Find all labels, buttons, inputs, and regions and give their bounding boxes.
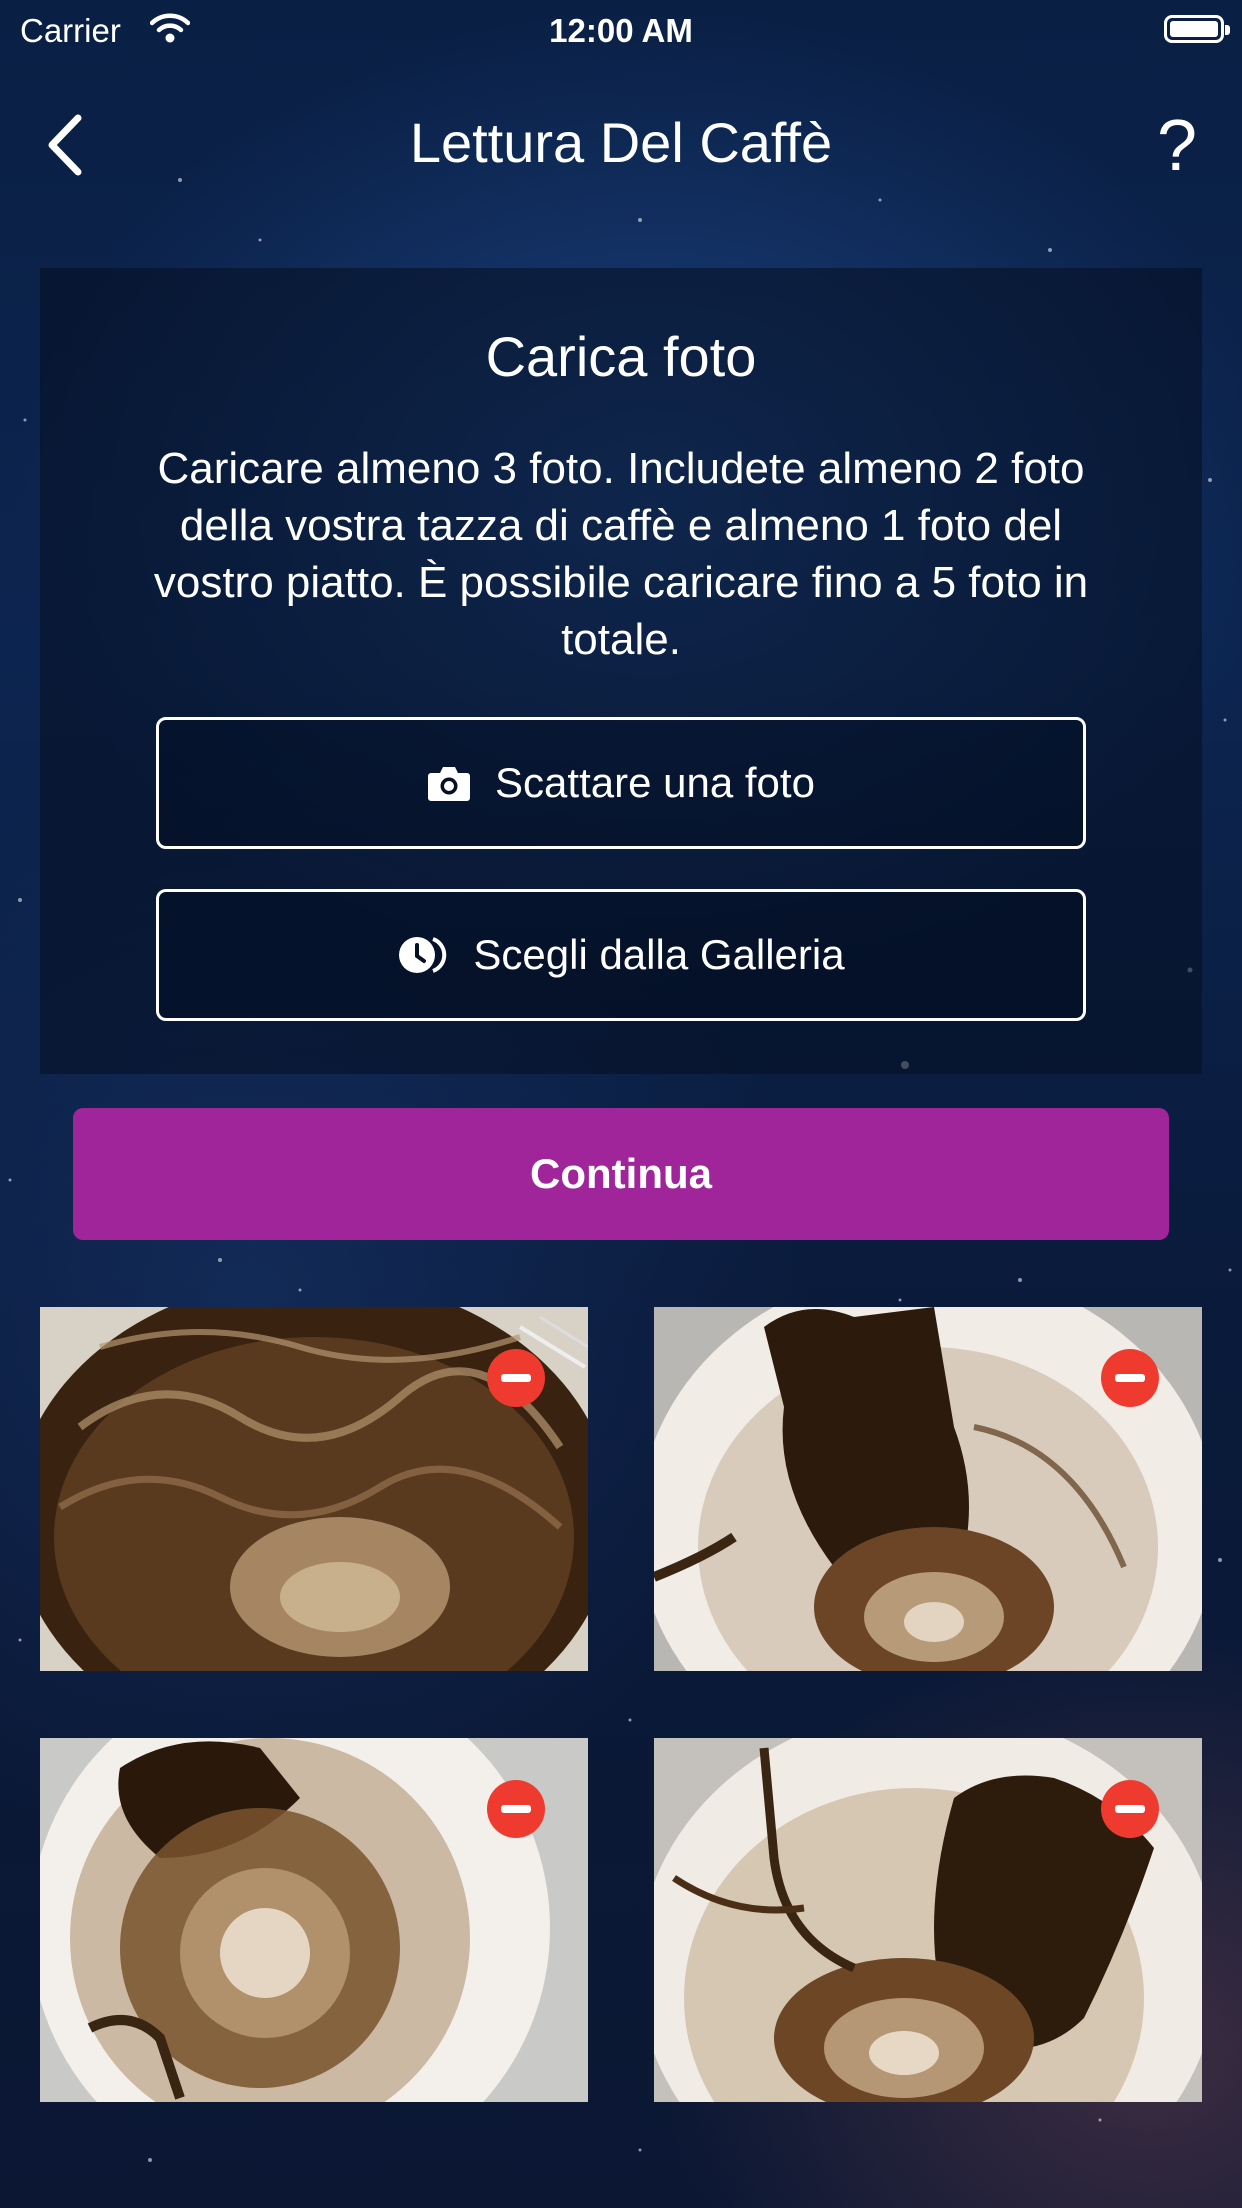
take-photo-label: Scattare una foto bbox=[495, 759, 815, 806]
gallery-button[interactable]: Scegli dalla Galleria bbox=[156, 889, 1086, 1021]
camera-icon bbox=[427, 764, 471, 802]
remove-icon[interactable] bbox=[487, 1780, 545, 1838]
status-bar: Carrier 12:00 AM bbox=[0, 0, 1242, 60]
help-button[interactable]: ? bbox=[1147, 106, 1207, 186]
gallery-icon bbox=[397, 934, 449, 976]
remove-icon[interactable] bbox=[1101, 1780, 1159, 1838]
take-photo-button[interactable]: Scattare una foto bbox=[156, 717, 1086, 849]
remove-icon[interactable] bbox=[1101, 1349, 1159, 1407]
continue-button[interactable]: Continua bbox=[73, 1108, 1169, 1240]
battery-icon bbox=[1164, 15, 1230, 43]
coffee-cup-photo-1[interactable] bbox=[40, 1307, 588, 1671]
gallery-label: Scegli dalla Galleria bbox=[473, 931, 845, 978]
coffee-cup-photo-3[interactable] bbox=[40, 1738, 588, 2102]
page-title: Lettura Del Caffè bbox=[409, 111, 833, 174]
remove-icon[interactable] bbox=[487, 1349, 545, 1407]
upload-panel: Carica foto Caricare almeno 3 foto. Incl… bbox=[40, 268, 1202, 1074]
upload-description: Caricare almeno 3 foto. Includete almeno… bbox=[153, 444, 1089, 664]
status-time: 12:00 AM bbox=[549, 12, 693, 49]
upload-title: Carica foto bbox=[485, 325, 757, 388]
coffee-cup-photo-2[interactable] bbox=[654, 1307, 1202, 1671]
coffee-cup-photo-4[interactable] bbox=[654, 1738, 1202, 2102]
